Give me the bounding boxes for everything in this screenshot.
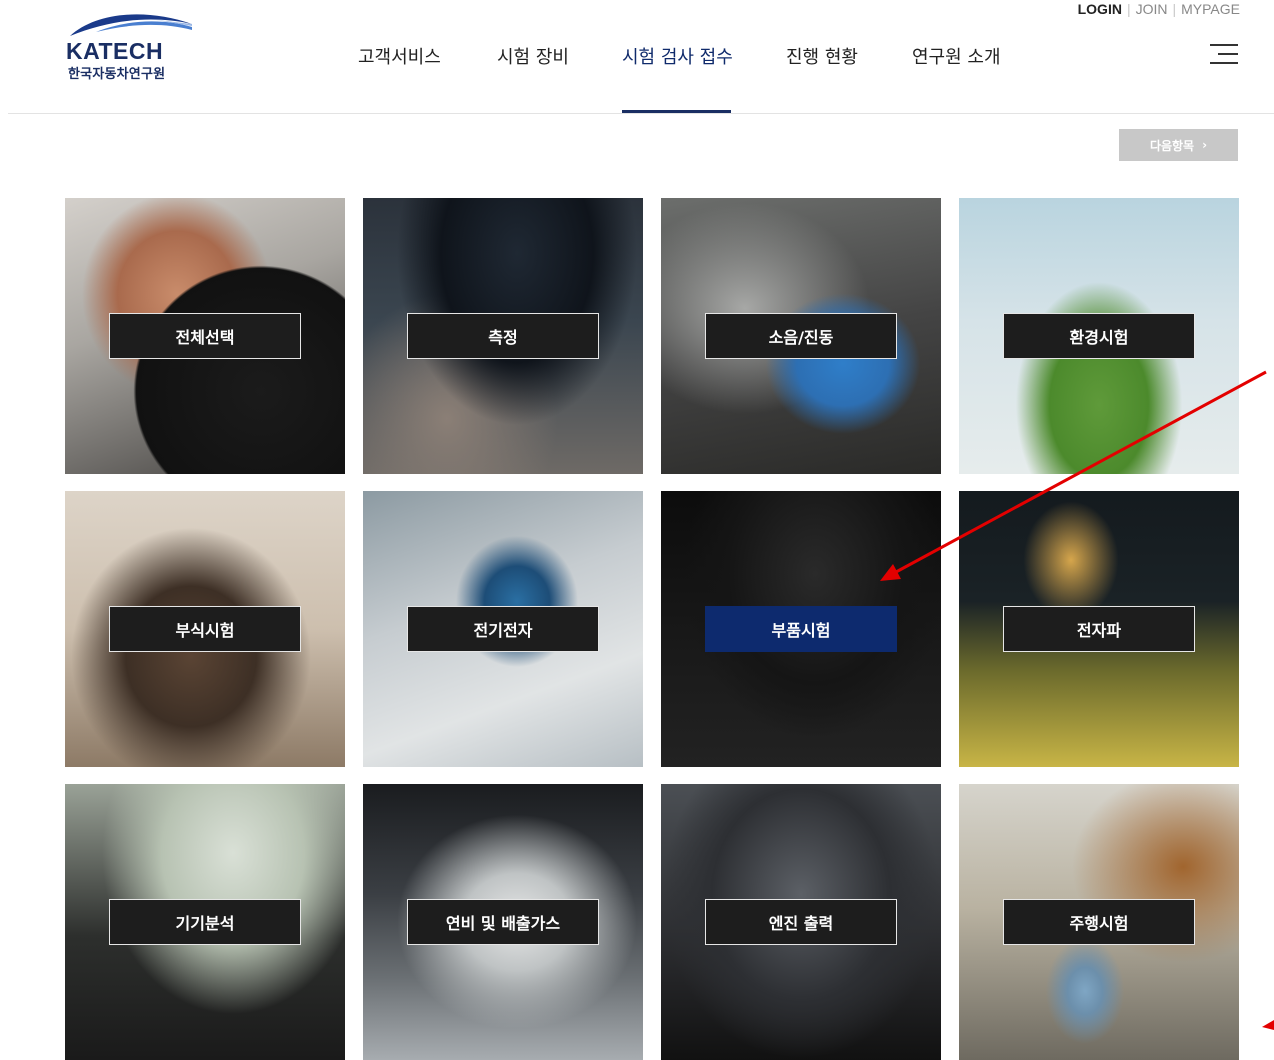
category-label: 전기전자: [407, 606, 599, 652]
category-label: 부식시험: [109, 606, 301, 652]
category-label: 엔진 출력: [705, 899, 897, 945]
category-tile-emi[interactable]: 전자파: [959, 491, 1239, 767]
nav-item-institute-intro[interactable]: 연구원 소개: [912, 43, 1001, 69]
login-link[interactable]: LOGIN: [1078, 1, 1122, 17]
category-label: 전자파: [1003, 606, 1195, 652]
nav-item-progress-status[interactable]: 진행 현황: [786, 43, 858, 69]
category-label: 소음/진동: [705, 313, 897, 359]
katech-logo[interactable]: KATECH 한국자동차연구원: [66, 10, 196, 82]
header-divider: [8, 113, 1274, 114]
util-separator: |: [1126, 1, 1131, 17]
util-separator: |: [1172, 1, 1177, 17]
hamburger-menu-icon[interactable]: [1210, 42, 1238, 66]
category-tile-corrosion[interactable]: 부식시험: [65, 491, 345, 767]
site-header: KATECH 한국자동차연구원 LOGIN | JOIN | MYPAGE 고객서비스 …: [0, 0, 1274, 114]
category-label: 측정: [407, 313, 599, 359]
category-label: 환경시험: [1003, 313, 1195, 359]
next-item-button[interactable]: 다음항목 ›: [1119, 129, 1238, 161]
nav-item-customer-service[interactable]: 고객서비스: [358, 43, 441, 69]
category-tile-environment[interactable]: 환경시험: [959, 198, 1239, 474]
category-tile-all[interactable]: 전체선택: [65, 198, 345, 474]
nav-item-test-equipment[interactable]: 시험 장비: [497, 43, 569, 69]
category-label-selected: 부품시험: [705, 606, 897, 652]
category-tile-engine-output[interactable]: 엔진 출력: [661, 784, 941, 1060]
next-item-label: 다음항목: [1149, 138, 1195, 153]
utility-nav: LOGIN | JOIN | MYPAGE: [1078, 1, 1240, 17]
chevron-right-icon: ›: [1202, 138, 1208, 152]
category-tile-instrument-analysis[interactable]: 기기분석: [65, 784, 345, 1060]
category-label: 기기분석: [109, 899, 301, 945]
category-tile-fuel-emission[interactable]: 연비 및 배출가스: [363, 784, 643, 1060]
category-tile-electrical[interactable]: 전기전자: [363, 491, 643, 767]
logo-text-kr: 한국자동차연구원: [68, 67, 166, 82]
logo-text-en: KATECH: [66, 38, 164, 64]
nav-item-test-application[interactable]: 시험 검사 접수: [622, 43, 733, 69]
mypage-link[interactable]: MYPAGE: [1181, 1, 1240, 17]
category-label: 전체선택: [109, 313, 301, 359]
category-label: 연비 및 배출가스: [407, 899, 599, 945]
category-tile-noise-vibration[interactable]: 소음/진동: [661, 198, 941, 474]
join-link[interactable]: JOIN: [1136, 1, 1168, 17]
category-tile-parts[interactable]: 부품시험: [661, 491, 941, 767]
category-label: 주행시험: [1003, 899, 1195, 945]
category-tile-measurement[interactable]: 측정: [363, 198, 643, 474]
category-tile-driving[interactable]: 주행시험: [959, 784, 1239, 1060]
